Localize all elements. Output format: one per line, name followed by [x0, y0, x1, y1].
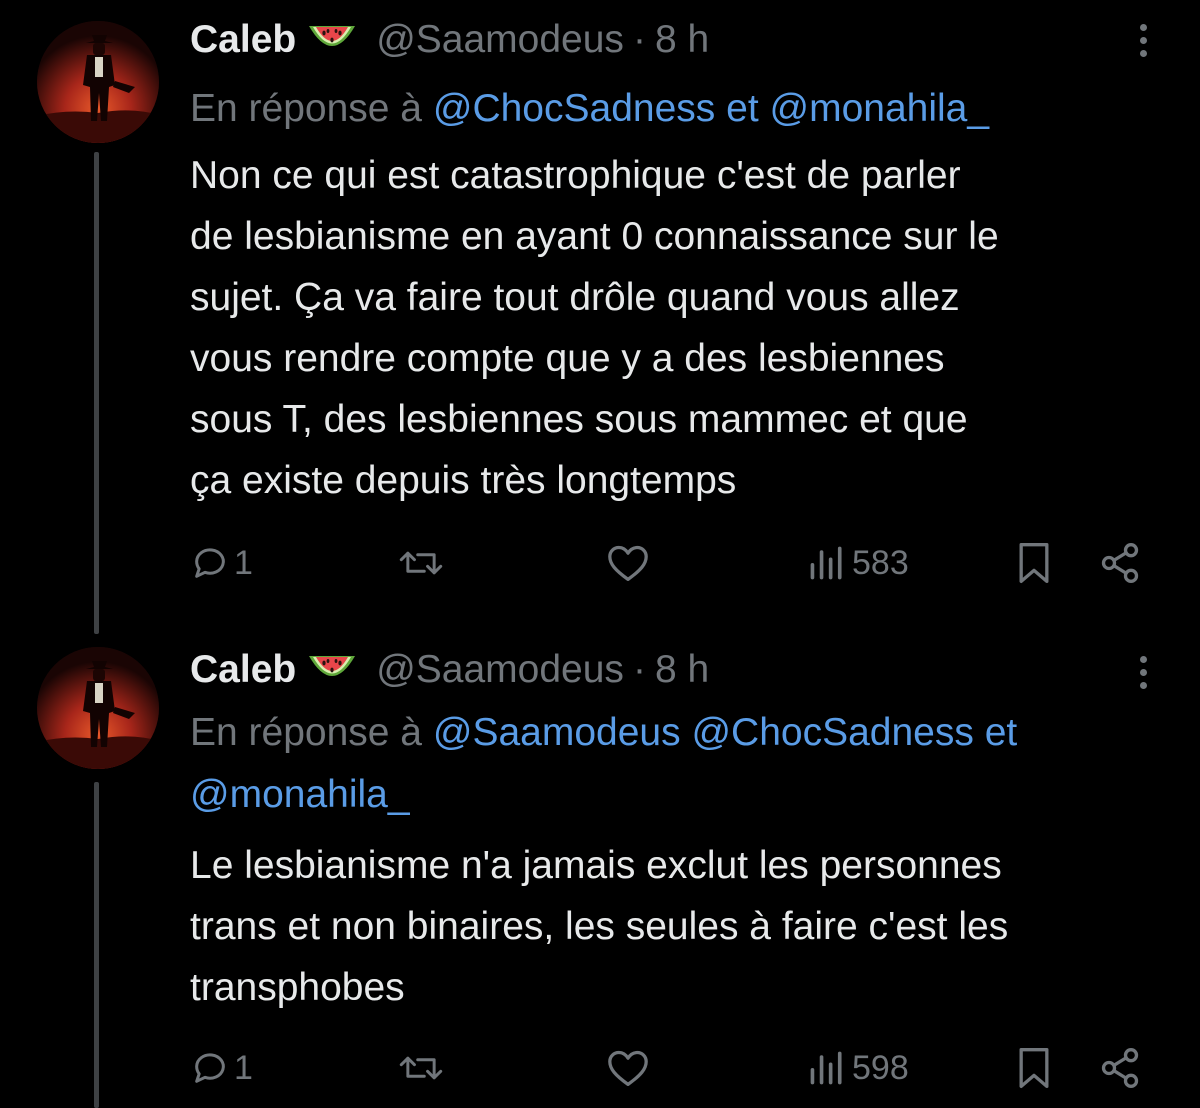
tweet[interactable]: Caleb @Saamodeus · 8 h En réponse à @Saa…	[0, 632, 1200, 1108]
reply-icon	[190, 543, 230, 583]
reply-count: 1	[234, 1048, 253, 1087]
like-button[interactable]	[606, 533, 650, 593]
reply-prefix: En réponse à	[190, 87, 423, 130]
tweet-text-line: sujet. Ça va faire tout drôle quand vous…	[190, 276, 960, 319]
tweet-header: Caleb @Saamodeus · 8 h	[190, 644, 709, 696]
tweet-actions: 1 583	[0, 533, 1200, 593]
views-count: 583	[852, 543, 909, 582]
timestamp[interactable]: 8 h	[655, 648, 709, 692]
retweet-icon	[398, 543, 444, 583]
reply-joiner: et	[726, 87, 759, 130]
watermelon-icon	[306, 650, 358, 690]
retweet-icon	[398, 1048, 444, 1088]
tweet-text-line: Non ce qui est catastrophique c'est de p…	[190, 154, 961, 197]
views-chart-icon	[806, 543, 848, 583]
reply-button[interactable]: 1	[190, 533, 253, 593]
retweet-button[interactable]	[398, 533, 444, 593]
bookmark-button[interactable]	[1015, 1038, 1053, 1098]
reply-mention[interactable]: @monahila_	[770, 87, 990, 130]
share-button[interactable]	[1098, 1038, 1142, 1098]
tweet-text-line: sous T, des lesbiennes sous mammec et qu…	[190, 398, 968, 441]
reply-button[interactable]: 1	[190, 1038, 253, 1098]
tweet-actions: 1 598	[0, 1038, 1200, 1098]
tweet-text-line: trans et non binaires, les seules à fair…	[190, 905, 1009, 948]
reply-mention[interactable]: @monahila_	[190, 773, 410, 816]
tweet-text: Non ce qui est catastrophique c'est de p…	[190, 145, 1180, 511]
views-button[interactable]: 598	[806, 1038, 909, 1098]
separator: ·	[632, 18, 646, 61]
like-button[interactable]	[606, 1038, 650, 1098]
bookmark-icon	[1015, 1046, 1053, 1090]
reply-prefix: En réponse à	[190, 711, 423, 754]
author-name[interactable]: Caleb	[190, 18, 296, 62]
watermelon-icon	[306, 20, 358, 60]
tweet-text-line: ça existe depuis très longtemps	[190, 459, 737, 502]
author-handle[interactable]: @Saamodeus	[376, 18, 624, 62]
more-options-icon[interactable]	[1138, 24, 1148, 64]
tweet-header: Caleb @Saamodeus · 8 h	[190, 14, 709, 66]
tweet[interactable]: Caleb @Saamodeus · 8 h En réponse à @Cho…	[0, 0, 1200, 620]
tweet-text: Le lesbianisme n'a jamais exclut les per…	[190, 835, 1180, 1018]
reply-mention[interactable]: @ChocSadness	[691, 711, 973, 754]
reply-mention[interactable]: @Saamodeus	[433, 711, 681, 754]
views-chart-icon	[806, 1048, 848, 1088]
share-button[interactable]	[1098, 533, 1142, 593]
separator: ·	[632, 648, 646, 691]
heart-icon	[606, 543, 650, 583]
retweet-button[interactable]	[398, 1038, 444, 1098]
share-icon	[1098, 541, 1142, 585]
avatar[interactable]	[37, 647, 159, 769]
tweet-text-line: de lesbianisme en ayant 0 connaissance s…	[190, 215, 999, 258]
author-name[interactable]: Caleb	[190, 648, 296, 692]
reply-joiner: et	[984, 711, 1018, 754]
heart-icon	[606, 1048, 650, 1088]
views-count: 598	[852, 1048, 909, 1087]
more-options-icon[interactable]	[1138, 656, 1148, 696]
avatar[interactable]	[37, 21, 159, 143]
bookmark-icon	[1015, 541, 1053, 585]
tweet-text-line: transphobes	[190, 966, 405, 1009]
reply-icon	[190, 1048, 230, 1088]
reply-count: 1	[234, 543, 253, 582]
share-icon	[1098, 1046, 1142, 1090]
tweet-text-line: vous rendre compte que y a des lesbienne…	[190, 337, 945, 380]
tweet-text-line: Le lesbianisme n'a jamais exclut les per…	[190, 844, 1002, 887]
timestamp[interactable]: 8 h	[655, 18, 709, 62]
reply-context: En réponse à @ChocSadness et @monahila_	[190, 78, 1180, 140]
reply-context: En réponse à @Saamodeus @ChocSadness et …	[190, 702, 1180, 826]
author-handle[interactable]: @Saamodeus	[376, 648, 624, 692]
reply-mention[interactable]: @ChocSadness	[433, 87, 715, 130]
bookmark-button[interactable]	[1015, 533, 1053, 593]
views-button[interactable]: 583	[806, 533, 909, 593]
